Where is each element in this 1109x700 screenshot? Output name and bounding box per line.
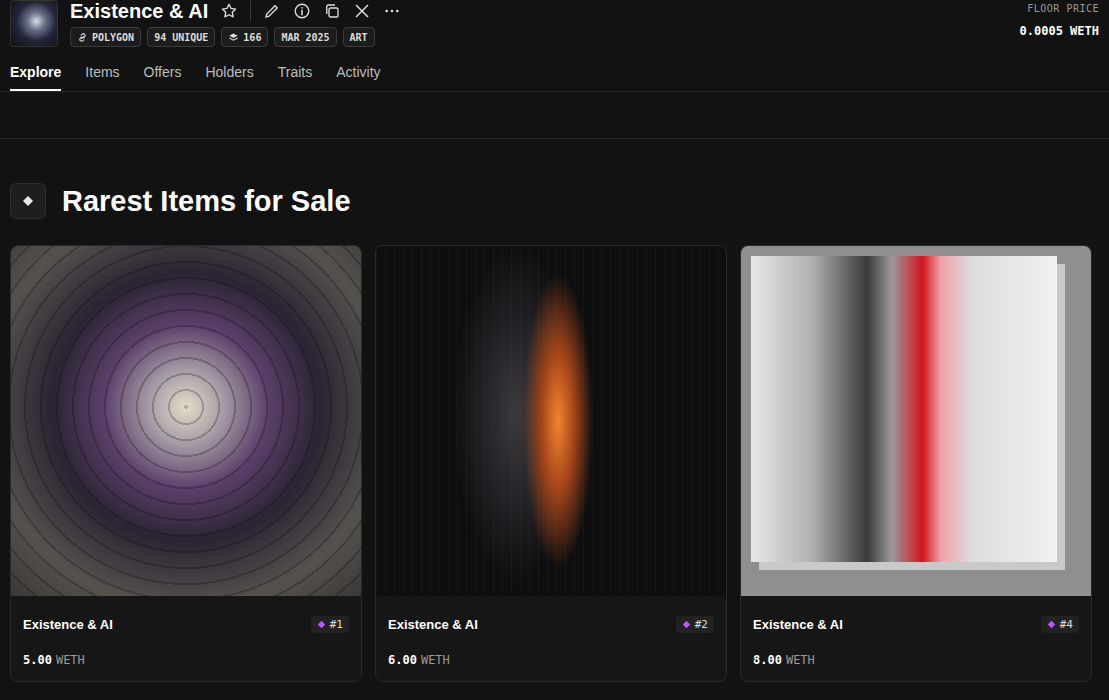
- price-amount: 8.00: [753, 653, 782, 667]
- tab[interactable]: Explore: [10, 62, 61, 91]
- badge-label: 166: [243, 32, 261, 43]
- nft-image: [11, 246, 361, 596]
- star-icon[interactable]: [220, 2, 238, 20]
- tab[interactable]: Offers: [144, 62, 182, 91]
- floor-price-label: FLOOR PRICE: [1020, 3, 1099, 14]
- nft-image: [741, 246, 1091, 596]
- link-icon: [77, 32, 88, 43]
- badge-label: 94 UNIQUE: [154, 32, 208, 43]
- title-separator: [250, 1, 251, 21]
- card-price: 5.00 WETH: [23, 653, 349, 667]
- price-currency: WETH: [56, 653, 85, 667]
- tab-bar: Explore Items Offers Holders Traits Activity: [0, 48, 1109, 92]
- nft-image: [376, 246, 726, 596]
- badge-label: POLYGON: [92, 32, 134, 43]
- rank-label: #1: [330, 618, 343, 631]
- info-icon[interactable]: [293, 2, 311, 20]
- rank-label: #4: [1060, 618, 1073, 631]
- card-footer: Existence & AI #2 6.00 WETH: [376, 596, 726, 681]
- layers-icon: [228, 32, 239, 43]
- nft-card[interactable]: Existence & AI #1 5.00 WETH: [10, 245, 362, 682]
- nft-card[interactable]: Existence & AI #2 6.00 WETH: [375, 245, 727, 682]
- tab[interactable]: Items: [85, 62, 119, 91]
- floor-price-value: 0.0005 WETH: [1020, 24, 1099, 38]
- more-icon[interactable]: [383, 2, 401, 20]
- rank-diamond-icon: [682, 620, 691, 629]
- collection-badge: MAR 2025: [274, 27, 336, 47]
- badge-row: POLYGON 94 UNIQUE 166 MAR 2025 ART: [70, 27, 1008, 47]
- price-currency: WETH: [786, 653, 815, 667]
- tab[interactable]: Holders: [205, 62, 253, 91]
- toolbar-band: [0, 92, 1109, 139]
- card-price: 6.00 WETH: [388, 653, 714, 667]
- x-logo-icon[interactable]: [353, 2, 371, 20]
- tab[interactable]: Activity: [336, 62, 380, 91]
- floor-price: FLOOR PRICE 0.0005 WETH: [1020, 0, 1099, 38]
- collection-page: Existence & AI POLYGON 94 UNIQUE 166 MAR 202…: [0, 0, 1109, 700]
- nft-card[interactable]: Existence & AI #4 8.00 WETH: [740, 245, 1092, 682]
- card-footer: Existence & AI #4 8.00 WETH: [741, 596, 1091, 681]
- price-amount: 5.00: [23, 653, 52, 667]
- wall-shape: [751, 256, 1057, 562]
- collection-title: Existence & AI: [70, 0, 208, 23]
- card-title-row: Existence & AI #4: [753, 616, 1079, 633]
- rank-badge: #1: [311, 616, 349, 633]
- card-name: Existence & AI: [388, 617, 478, 632]
- rank-label: #2: [695, 618, 708, 631]
- section-header: Rarest Items for Sale: [10, 183, 1099, 219]
- card-grid: Existence & AI #1 5.00 WETH Existence & AI #2…: [10, 245, 1099, 682]
- collection-header: Existence & AI POLYGON 94 UNIQUE 166 MAR 202…: [0, 0, 1109, 48]
- card-title-row: Existence & AI #2: [388, 616, 714, 633]
- collection-badge: 94 UNIQUE: [147, 27, 215, 47]
- rarest-items-section: Rarest Items for Sale Existence & AI #1 5.0…: [0, 139, 1109, 682]
- card-name: Existence & AI: [23, 617, 113, 632]
- badge-label: MAR 2025: [281, 32, 329, 43]
- collection-info: Existence & AI POLYGON 94 UNIQUE 166 MAR 202…: [70, 0, 1008, 47]
- pencil-icon[interactable]: [263, 2, 281, 20]
- collection-avatar[interactable]: [10, 0, 58, 47]
- card-footer: Existence & AI #1 5.00 WETH: [11, 596, 361, 681]
- card-name: Existence & AI: [753, 617, 843, 632]
- collection-badge[interactable]: POLYGON: [70, 27, 141, 47]
- price-amount: 6.00: [388, 653, 417, 667]
- price-currency: WETH: [421, 653, 450, 667]
- card-title-row: Existence & AI #1: [23, 616, 349, 633]
- rank-badge: #2: [676, 616, 714, 633]
- card-price: 8.00 WETH: [753, 653, 1079, 667]
- rank-diamond-icon: [317, 620, 326, 629]
- section-title: Rarest Items for Sale: [62, 185, 351, 218]
- diamond-icon: [10, 183, 46, 219]
- rank-badge: #4: [1041, 616, 1079, 633]
- title-row: Existence & AI: [70, 0, 1008, 22]
- rank-diamond-icon: [1047, 620, 1056, 629]
- collection-badge: 166: [221, 27, 268, 47]
- collection-badge: ART: [343, 27, 375, 47]
- badge-label: ART: [350, 32, 368, 43]
- copy-icon[interactable]: [323, 2, 341, 20]
- tab[interactable]: Traits: [278, 62, 312, 91]
